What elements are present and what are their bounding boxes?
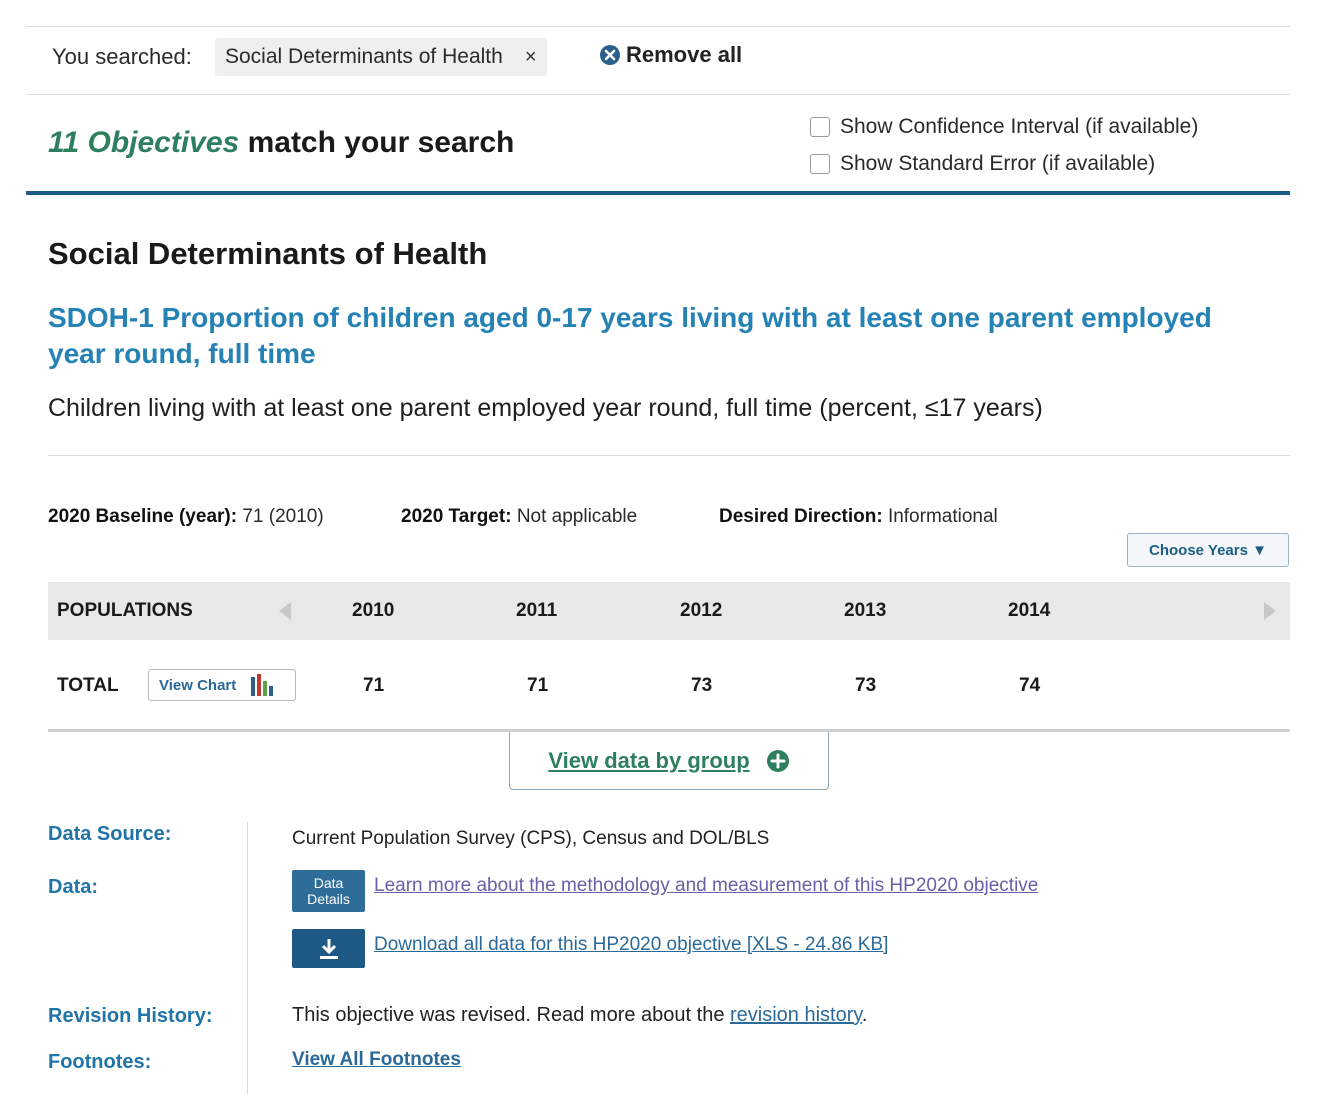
objective-divider [48, 455, 1290, 456]
year-header: 2010 [352, 600, 395, 621]
baseline-value: 71 (2010) [242, 506, 324, 527]
methodology-link[interactable]: Learn more about the methodology and mea… [374, 875, 1038, 896]
view-chart-label: View Chart [159, 676, 237, 694]
download-button[interactable] [292, 929, 365, 968]
search-divider [26, 94, 1290, 95]
table-header [48, 582, 1290, 640]
results-count: 11 Objectives [48, 126, 240, 159]
search-chip: Social Determinants of Health × [215, 38, 547, 76]
data-source-value: Current Population Survey (CPS), Census … [292, 828, 770, 849]
year-header: 2014 [1008, 600, 1051, 621]
direction-label: Desired Direction: [719, 506, 883, 527]
results-suffix: match your search [247, 126, 515, 159]
scroll-left-icon[interactable] [279, 602, 291, 620]
view-all-footnotes-link[interactable]: View All Footnotes [292, 1049, 461, 1071]
confidence-interval-checkbox[interactable] [810, 117, 830, 137]
remove-all-label: Remove all [626, 42, 743, 67]
revision-end: . [861, 1004, 868, 1026]
year-header: 2012 [680, 600, 723, 621]
remove-circle-icon [600, 45, 620, 65]
year-header: 2013 [844, 600, 887, 621]
confidence-interval-option[interactable]: Show Confidence Interval (if available) [810, 115, 1198, 139]
revision-history-label: Revision History: [48, 1005, 213, 1027]
revision-history-text: This objective was revised. Read more ab… [292, 1004, 867, 1027]
revision-text: This objective was revised. Read more ab… [292, 1004, 725, 1026]
searched-label: You searched: [52, 44, 192, 69]
year-header: 2011 [516, 600, 558, 621]
row-label-total: TOTAL [57, 675, 119, 696]
chip-remove-icon[interactable]: × [525, 46, 537, 69]
search-chip-label: Social Determinants of Health [225, 45, 503, 68]
plus-circle-icon [766, 749, 789, 772]
view-data-by-group-button[interactable]: View data by group [509, 732, 829, 790]
objective-description: Children living with at least one parent… [48, 394, 1043, 422]
top-divider [26, 26, 1290, 27]
standard-error-checkbox[interactable] [810, 154, 830, 174]
bar-chart-icon [251, 674, 274, 696]
revision-history-link[interactable]: revision history [730, 1004, 862, 1026]
table-cell: 71 [363, 675, 385, 696]
standard-error-label: Show Standard Error (if available) [840, 152, 1156, 175]
populations-header: POPULATIONS [57, 600, 193, 621]
baseline-label: 2020 Baseline (year): [48, 506, 238, 527]
confidence-interval-label: Show Confidence Interval (if available) [840, 115, 1199, 138]
view-data-by-group-label: View data by group [548, 747, 750, 773]
results-heading: 11 Objectives match your search [48, 126, 514, 160]
details-divider [247, 822, 248, 1094]
standard-error-option[interactable]: Show Standard Error (if available) [810, 152, 1155, 176]
choose-years-button[interactable]: Choose Years ▼ [1127, 533, 1289, 567]
target-value: Not applicable [516, 506, 638, 527]
table-cell: 71 [527, 675, 549, 696]
table-cell: 73 [855, 675, 877, 696]
download-link[interactable]: Download all data for this HP2020 object… [374, 934, 888, 955]
scroll-right-icon[interactable] [1264, 602, 1276, 620]
table-cell: 74 [1019, 675, 1041, 696]
data-source-label: Data Source: [48, 823, 172, 845]
objective-title: SDOH-1 Proportion of children aged 0-17 … [48, 302, 1212, 369]
target-label: 2020 Target: [401, 506, 512, 527]
table-cell: 73 [691, 675, 713, 696]
remove-all-button[interactable]: Remove all [599, 42, 742, 68]
data-label: Data: [48, 876, 99, 898]
section-title: Social Determinants of Health [48, 236, 488, 271]
direction-value: Informational [887, 506, 998, 527]
target: 2020 Target: Not applicable [401, 506, 637, 528]
footnotes-label: Footnotes: [48, 1051, 152, 1073]
baseline: 2020 Baseline (year): 71 (2010) [48, 506, 324, 528]
desired-direction: Desired Direction: Informational [719, 506, 998, 528]
download-icon [319, 938, 338, 959]
view-chart-button[interactable]: View Chart [148, 669, 296, 701]
data-details-button[interactable]: Data Details [292, 870, 365, 912]
results-divider [26, 191, 1290, 195]
